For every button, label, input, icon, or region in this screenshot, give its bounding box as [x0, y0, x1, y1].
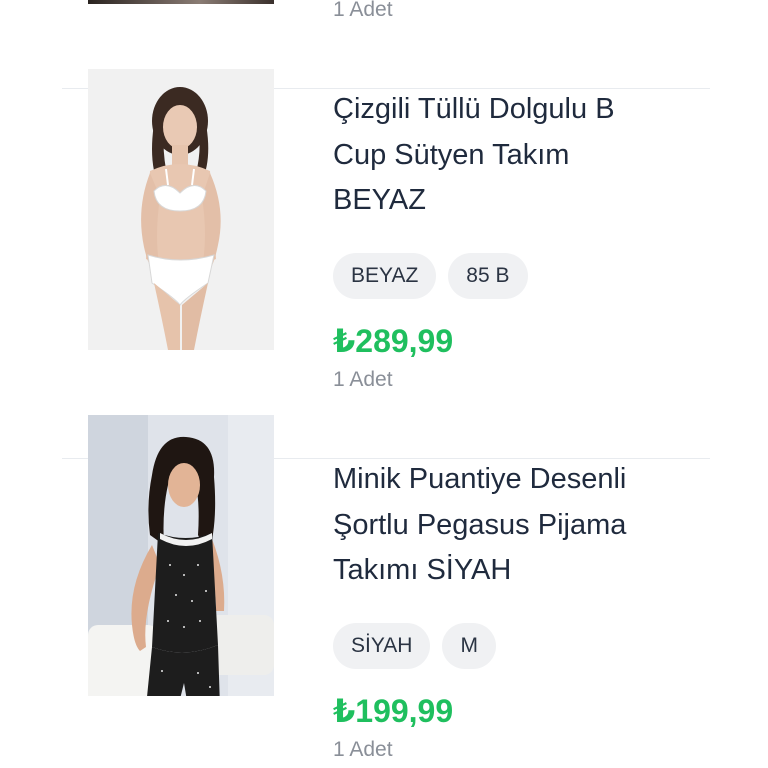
product-title-line: Cup Sütyen Takım [333, 138, 570, 171]
product-title-line: Çizgili Tüllü Dolgulu B [333, 93, 615, 125]
product-quantity: 1 Adet [333, 368, 393, 391]
product-title-line: Takımı SİYAH [333, 554, 512, 586]
product-price: ₺289,99 [333, 323, 454, 359]
color-chip: BEYAZ [333, 253, 437, 299]
product-title[interactable]: Çizgili Tüllü Dolgulu B Cup Sütyen Takım… [333, 87, 713, 224]
size-chip: 85 B [448, 253, 528, 299]
product-title-line: BEYAZ [333, 184, 426, 216]
product-title-line: Minik Puantiye Desenli [333, 463, 627, 495]
variant-chips: SİYAH M [333, 623, 496, 669]
size-chip: M [442, 623, 496, 669]
product-quantity: 1 Adet [333, 738, 393, 761]
previous-item-image[interactable] [88, 0, 274, 4]
product-title-line: Şortlu Pegasus Pijama [333, 508, 627, 541]
product-title[interactable]: Minik Puantiye Desenli Şortlu Pegasus Pi… [333, 457, 713, 594]
color-chip: SİYAH [333, 623, 431, 669]
previous-item-quantity: 1 Adet [333, 0, 393, 21]
product-image[interactable] [88, 69, 274, 350]
product-price: ₺199,99 [333, 693, 454, 729]
variant-chips: BEYAZ 85 B [333, 253, 528, 299]
product-image[interactable] [88, 415, 274, 696]
